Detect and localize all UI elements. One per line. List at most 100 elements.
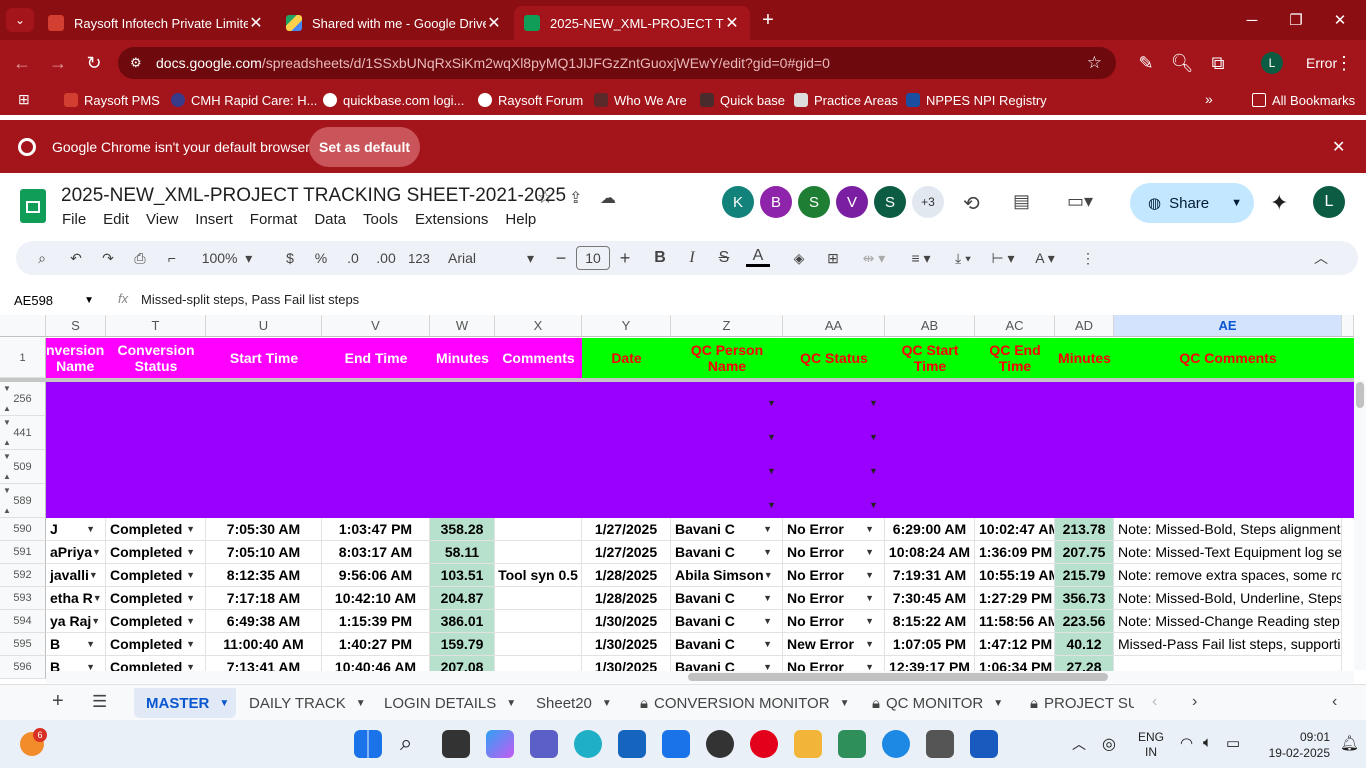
volume-icon[interactable]: 🔈︎: [1203, 734, 1212, 751]
more-collaborators[interactable]: +3: [912, 186, 944, 218]
text-color-icon[interactable]: A: [746, 247, 770, 267]
task-view-icon[interactable]: [442, 730, 470, 758]
browser-tab-raysoft[interactable]: Raysoft Infotech Private Limited ✕: [38, 6, 274, 40]
currency-format[interactable]: $: [280, 247, 300, 269]
network-status-icon[interactable]: ◎: [1102, 734, 1116, 754]
dropdown-arrow-icon[interactable]: ▼: [93, 593, 105, 603]
word-icon[interactable]: [970, 730, 998, 758]
column-header[interactable]: T: [106, 315, 206, 337]
cloud-status-icon[interactable]: ☁: [600, 188, 616, 208]
bookmark-raysoft-pms[interactable]: Raysoft PMS: [64, 91, 160, 109]
dell-icon[interactable]: [706, 730, 734, 758]
row-header[interactable]: ▼ 441 ▲: [0, 416, 46, 450]
data-cell[interactable]: 207.75: [1055, 541, 1114, 564]
dropdown-arrow-icon[interactable]: ▼: [764, 570, 779, 580]
dropdown-arrow-icon[interactable]: ▼: [763, 547, 778, 557]
close-window-icon[interactable]: ✕: [1318, 0, 1362, 40]
dropdown-arrow-icon[interactable]: ▼: [767, 500, 776, 510]
show-hidden-icons[interactable]: ︿: [1072, 734, 1086, 754]
menu-format[interactable]: Format: [250, 211, 298, 228]
remote-desktop-icon[interactable]: [926, 730, 954, 758]
dropdown-arrow-icon[interactable]: ▼: [763, 616, 778, 626]
bookmark-quickbase-login[interactable]: quickbase.com logi...: [323, 91, 464, 109]
menu-data[interactable]: Data: [314, 211, 346, 228]
meet-icon[interactable]: ▭▾: [1067, 191, 1093, 212]
collaborator-avatar[interactable]: S: [874, 186, 906, 218]
column-header[interactable]: S: [46, 315, 106, 337]
scroll-tabs-right-icon[interactable]: ›: [1192, 693, 1197, 711]
collaborator-avatar[interactable]: B: [760, 186, 792, 218]
wifi-icon[interactable]: ◠: [1180, 734, 1193, 752]
comments-icon[interactable]: ▤: [1013, 191, 1030, 212]
fill-color-icon[interactable]: ◈: [788, 247, 810, 269]
header-cell[interactable]: QC Person Name: [671, 338, 783, 378]
row-header[interactable]: 592: [0, 564, 46, 587]
data-cell[interactable]: 159.79: [430, 633, 495, 656]
menu-insert[interactable]: Insert: [195, 211, 233, 228]
column-header[interactable]: U: [206, 315, 322, 337]
data-cell[interactable]: Completed ▼: [106, 564, 206, 587]
data-cell[interactable]: 7:05:10 AM: [206, 541, 322, 564]
data-cell[interactable]: 9:56:06 AM: [322, 564, 430, 587]
font-select[interactable]: Arial ▾: [448, 247, 534, 269]
apps-icon[interactable]: ⊞: [18, 91, 34, 107]
data-cell[interactable]: Bavani C ▼: [671, 610, 783, 633]
sheet-tab-conversion-monitor[interactable]: 🔒︎ CONVERSION MONITOR ▼: [640, 688, 849, 718]
data-cell[interactable]: 8:03:17 AM: [322, 541, 430, 564]
browser-tab-sheet[interactable]: 2025-NEW_XML-PROJECT TRAC ✕: [514, 6, 750, 40]
bookmark-raysoft-forum[interactable]: Raysoft Forum: [478, 91, 583, 109]
row-header[interactable]: 593: [0, 587, 46, 610]
data-cell[interactable]: 1:15:39 PM: [322, 610, 430, 633]
data-cell[interactable]: 103.51: [430, 564, 495, 587]
data-cell[interactable]: 386.01: [430, 610, 495, 633]
row-header[interactable]: 595: [0, 633, 46, 656]
data-cell[interactable]: New Error ▼: [783, 633, 885, 656]
data-cell[interactable]: 358.28: [430, 518, 495, 541]
dropdown-arrow-icon[interactable]: ▼: [869, 466, 878, 476]
row-header[interactable]: 591: [0, 541, 46, 564]
data-cell[interactable]: 1/28/2025: [582, 587, 671, 610]
data-cell[interactable]: etha R ▼: [46, 587, 106, 610]
gemini-icon[interactable]: ✦: [1270, 190, 1288, 216]
paint-format-icon[interactable]: ⌐: [162, 247, 182, 269]
column-header[interactable]: Y: [582, 315, 671, 337]
dropdown-arrow-icon[interactable]: ▼: [86, 639, 101, 649]
data-cell[interactable]: Missed-Pass Fail list steps, supporting: [1114, 633, 1342, 656]
dropdown-arrow-icon[interactable]: ▼: [767, 432, 776, 442]
header-cell[interactable]: Minutes: [1055, 338, 1114, 378]
search-icon[interactable]: ⌕: [400, 730, 412, 756]
select-all-corner[interactable]: [0, 315, 46, 337]
increase-font-size[interactable]: +: [616, 247, 634, 269]
file-explorer-icon[interactable]: [794, 730, 822, 758]
battery-icon[interactable]: ▭: [1226, 734, 1240, 752]
data-cell[interactable]: No Error ▼: [783, 518, 885, 541]
data-cell[interactable]: 6:29:00 AM: [885, 518, 975, 541]
column-header[interactable]: [1342, 315, 1354, 337]
data-cell[interactable]: [495, 610, 582, 633]
percent-format[interactable]: %: [311, 247, 331, 269]
bookmark-cmh[interactable]: CMH Rapid Care: H...: [171, 91, 317, 109]
data-cell[interactable]: 10:42:10 AM: [322, 587, 430, 610]
dropdown-arrow-icon[interactable]: ▼: [865, 593, 880, 603]
forward-icon[interactable]: →: [42, 47, 74, 79]
zoom-select[interactable]: 100% ▾: [194, 247, 260, 269]
extensions-icon[interactable]: ⧉: [1202, 47, 1234, 79]
data-cell[interactable]: 1/28/2025: [582, 564, 671, 587]
close-tab-icon[interactable]: ✕: [486, 13, 502, 33]
data-cell[interactable]: Note: remove extra spaces, some role: [1114, 564, 1342, 587]
data-cell[interactable]: 7:19:31 AM: [885, 564, 975, 587]
row-header[interactable]: ▼ 256 ▲: [0, 382, 46, 416]
search-menus-icon[interactable]: ⌕: [32, 247, 52, 269]
data-cell[interactable]: [495, 587, 582, 610]
dropdown-arrow-icon[interactable]: ▼: [767, 466, 776, 476]
menu-help[interactable]: Help: [505, 211, 536, 228]
data-cell[interactable]: 11:58:56 AM: [975, 610, 1055, 633]
data-cell[interactable]: 7:05:30 AM: [206, 518, 322, 541]
column-header[interactable]: AB: [885, 315, 975, 337]
browser-tab-drive[interactable]: Shared with me - Google Drive ✕: [276, 6, 512, 40]
data-cell[interactable]: Bavani C ▼: [671, 541, 783, 564]
data-cell[interactable]: 1/30/2025: [582, 610, 671, 633]
data-cell[interactable]: Completed ▼: [106, 633, 206, 656]
data-cell[interactable]: Tool syn 0.5: [495, 564, 582, 587]
data-cell[interactable]: Completed ▼: [106, 610, 206, 633]
